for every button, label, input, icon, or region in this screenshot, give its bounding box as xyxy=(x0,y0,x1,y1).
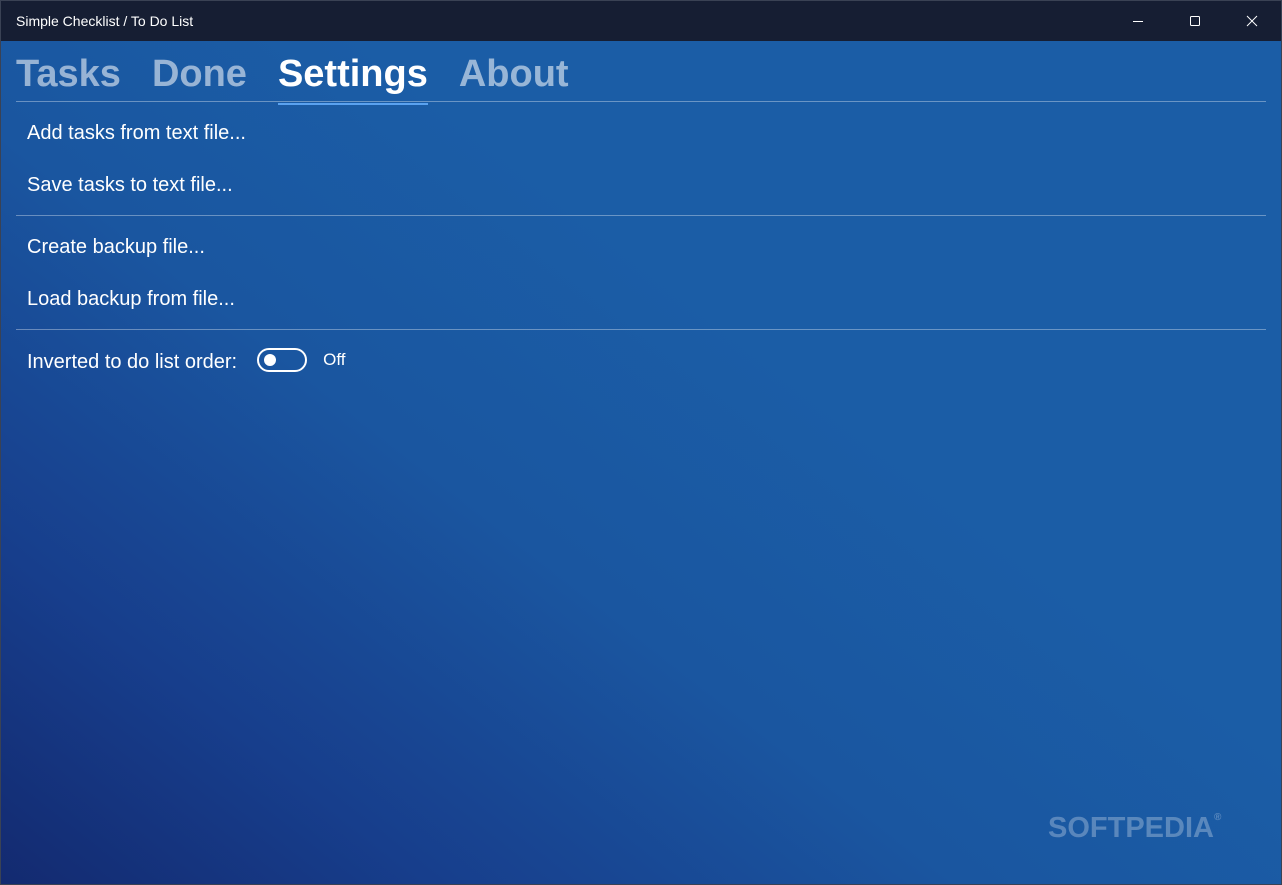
tab-settings[interactable]: Settings xyxy=(277,51,428,105)
toggle-state-text: Off xyxy=(323,350,346,369)
close-icon xyxy=(1246,15,1257,27)
title-bar: Simple Checklist / To Do List xyxy=(1,1,1281,41)
minimize-button[interactable] xyxy=(1109,1,1166,41)
save-tasks-to-text-button[interactable]: Save tasks to text file... xyxy=(27,174,233,197)
inverted-order-toggle[interactable] xyxy=(257,348,308,372)
tab-done[interactable]: Done xyxy=(152,51,247,101)
window-title: Simple Checklist / To Do List xyxy=(16,13,194,29)
maximize-button[interactable] xyxy=(1166,1,1223,41)
app-window: Simple Checklist / To Do List Tasks Done… xyxy=(0,0,1282,885)
toggle-knob xyxy=(264,354,277,366)
inverted-order-label: Inverted to do list order: xyxy=(27,350,238,373)
tab-bar: Tasks Done Settings About xyxy=(16,51,600,105)
close-button[interactable] xyxy=(1223,1,1280,41)
create-backup-button[interactable]: Create backup file... xyxy=(27,236,205,259)
divider xyxy=(16,101,1266,102)
maximize-icon xyxy=(1189,16,1200,26)
tab-tasks[interactable]: Tasks xyxy=(16,51,121,101)
softpedia-watermark: SOFTPEDIA® xyxy=(1048,812,1222,844)
load-backup-button[interactable]: Load backup from file... xyxy=(27,288,235,311)
divider xyxy=(16,329,1266,330)
inverted-order-setting: Inverted to do list order: Off xyxy=(27,347,345,373)
divider xyxy=(16,215,1266,216)
tab-about[interactable]: About xyxy=(459,51,569,101)
minimize-icon xyxy=(1132,21,1143,22)
add-tasks-from-text-button[interactable]: Add tasks from text file... xyxy=(27,122,246,145)
